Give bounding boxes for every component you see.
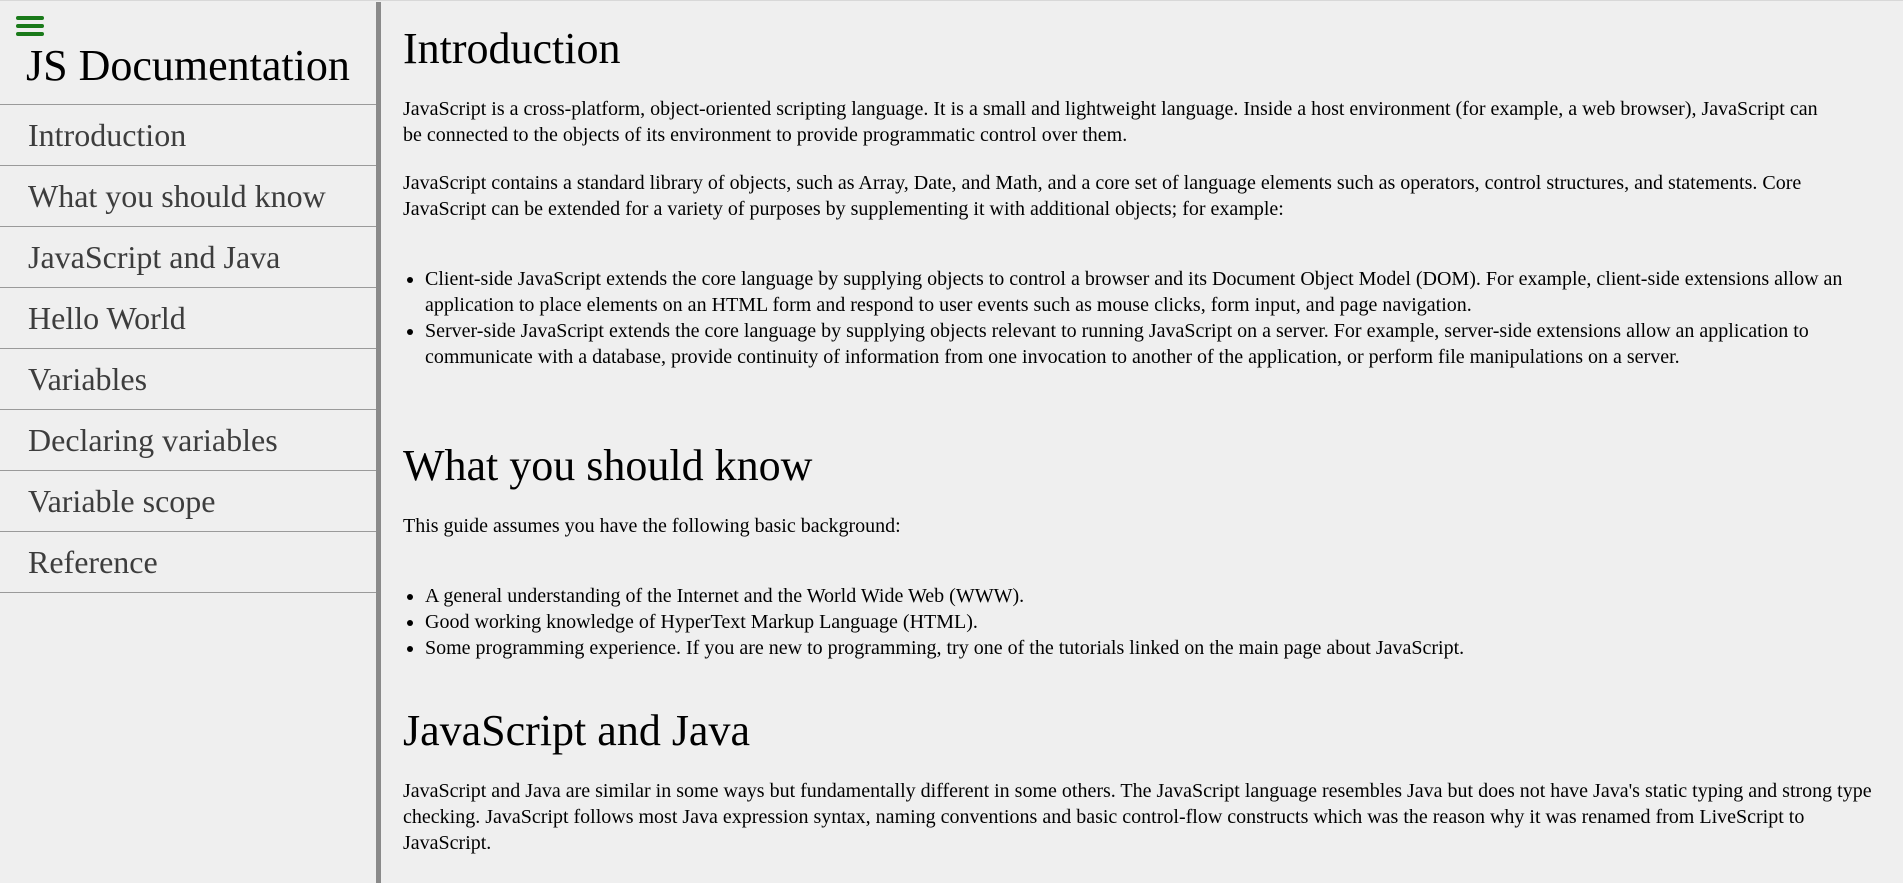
nav-link-variables[interactable]: Variables	[0, 349, 376, 410]
nav-link-variable-scope[interactable]: Variable scope	[0, 471, 376, 532]
nav-link-what-you-should-know[interactable]: What you should know	[0, 166, 376, 227]
nav-link-hello-world[interactable]: Hello World	[0, 288, 376, 349]
main-document[interactable]: Introduction JavaScript is a cross-platf…	[403, 1, 1883, 883]
nav-link-introduction[interactable]: Introduction	[0, 105, 376, 166]
background-list: A general understanding of the Internet …	[403, 583, 1875, 661]
sidebar-nav-list: Introduction What you should know JavaSc…	[0, 104, 376, 593]
sidebar-item: Introduction	[0, 105, 376, 166]
nav-link-javascript-and-java[interactable]: JavaScript and Java	[0, 227, 376, 288]
intro-list: Client-side JavaScript extends the core …	[403, 266, 1875, 370]
sidebar-item: Hello World	[0, 288, 376, 349]
list-item: Client-side JavaScript extends the core …	[425, 266, 1875, 318]
section-javascript-and-java: JavaScript and Java JavaScript and Java …	[403, 705, 1883, 854]
java-comparison-paragraph: JavaScript and Java are similar in some …	[403, 780, 1872, 854]
sidebar-item: JavaScript and Java	[0, 227, 376, 288]
list-item: Server-side JavaScript extends the core …	[425, 318, 1875, 370]
background-intro-paragraph: This guide assumes you have the followin…	[403, 515, 901, 537]
section-title-javascript-and-java: JavaScript and Java	[403, 706, 750, 755]
list-item: Good working knowledge of HyperText Mark…	[425, 609, 1875, 635]
section-introduction: Introduction JavaScript is a cross-platf…	[403, 23, 1883, 368]
page-frame: JS Documentation Introduction What you s…	[0, 0, 1903, 883]
intro-paragraph-1: JavaScript is a cross-platform, object-o…	[403, 98, 1818, 146]
nav-link-reference[interactable]: Reference	[0, 532, 376, 593]
intro-paragraph-2: JavaScript contains a standard library o…	[403, 172, 1802, 220]
sidebar-title: JS Documentation	[26, 41, 350, 90]
sidebar-item: What you should know	[0, 166, 376, 227]
section-title-what-you-should-know: What you should know	[403, 441, 813, 490]
sidebar-item: Variable scope	[0, 471, 376, 532]
section-what-you-should-know: What you should know This guide assumes …	[403, 440, 1883, 659]
section-title-introduction: Introduction	[403, 24, 621, 73]
hamburger-menu-icon[interactable]	[16, 16, 44, 40]
sidebar-item: Variables	[0, 349, 376, 410]
sidebar-item: Declaring variables	[0, 410, 376, 471]
nav-link-declaring-variables[interactable]: Declaring variables	[0, 410, 376, 471]
list-item: Some programming experience. If you are …	[425, 635, 1875, 661]
list-item: A general understanding of the Internet …	[425, 583, 1875, 609]
sidebar-navbar: JS Documentation Introduction What you s…	[0, 2, 381, 883]
sidebar-item: Reference	[0, 532, 376, 593]
